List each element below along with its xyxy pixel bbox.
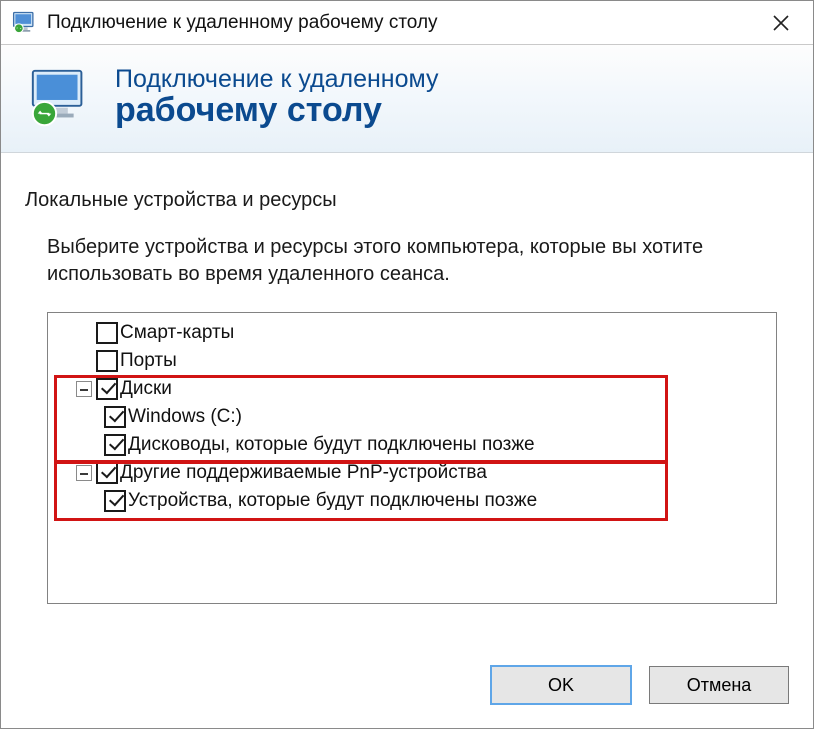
button-row: OK Отмена bbox=[491, 666, 789, 704]
cancel-button[interactable]: Отмена bbox=[649, 666, 789, 704]
cancel-button-label: Отмена bbox=[687, 675, 752, 696]
banner-text: Подключение к удаленному рабочему столу bbox=[115, 67, 439, 129]
dialog-window: Подключение к удаленному рабочему столу … bbox=[0, 0, 814, 729]
checkbox[interactable] bbox=[96, 378, 118, 400]
close-button[interactable] bbox=[753, 1, 809, 45]
rdp-icon bbox=[11, 9, 39, 37]
ok-button-label: OK bbox=[548, 675, 574, 696]
expander-placeholder bbox=[76, 325, 92, 341]
window-title: Подключение к удаленному рабочему столу bbox=[47, 12, 753, 34]
rdp-large-icon bbox=[27, 65, 95, 133]
content-area: Локальные устройства и ресурсы Выберите … bbox=[1, 153, 813, 604]
tree-label[interactable]: Дисководы, которые будут подключены позж… bbox=[128, 431, 535, 459]
tree-label[interactable]: Windows (C:) bbox=[128, 403, 242, 431]
tree-label[interactable]: Диски bbox=[120, 375, 172, 403]
tree-label[interactable]: Другие поддерживаемые PnP-устройства bbox=[120, 459, 487, 487]
tree-label[interactable]: Смарт-карты bbox=[120, 319, 234, 347]
checkbox[interactable] bbox=[104, 490, 126, 512]
tree-row: Другие поддерживаемые PnP-устройства bbox=[48, 459, 776, 487]
section-title: Локальные устройства и ресурсы bbox=[25, 189, 789, 212]
expander-placeholder bbox=[76, 353, 92, 369]
expand-minus-icon[interactable] bbox=[76, 381, 92, 397]
checkbox[interactable] bbox=[96, 462, 118, 484]
tree-row: Порты bbox=[48, 347, 776, 375]
close-icon bbox=[772, 14, 790, 32]
ok-button[interactable]: OK bbox=[491, 666, 631, 704]
banner-line1: Подключение к удаленному bbox=[115, 67, 439, 92]
tree-label[interactable]: Порты bbox=[120, 347, 177, 375]
checkbox[interactable] bbox=[96, 350, 118, 372]
tree-label[interactable]: Устройства, которые будут подключены поз… bbox=[128, 487, 537, 515]
tree-row: Диски bbox=[48, 375, 776, 403]
device-tree: Смарт-картыПортыДискиWindows (C:)Дисково… bbox=[47, 312, 777, 604]
instruction-text: Выберите устройства и ресурсы этого комп… bbox=[47, 234, 747, 288]
expand-minus-icon[interactable] bbox=[76, 465, 92, 481]
tree-row: Смарт-карты bbox=[48, 319, 776, 347]
checkbox[interactable] bbox=[96, 322, 118, 344]
tree-row: Дисководы, которые будут подключены позж… bbox=[48, 431, 776, 459]
tree-row: Устройства, которые будут подключены поз… bbox=[48, 487, 776, 515]
banner: Подключение к удаленному рабочему столу bbox=[1, 45, 813, 153]
titlebar: Подключение к удаленному рабочему столу bbox=[1, 1, 813, 45]
checkbox[interactable] bbox=[104, 406, 126, 428]
checkbox[interactable] bbox=[104, 434, 126, 456]
tree-row: Windows (C:) bbox=[48, 403, 776, 431]
banner-line2: рабочему столу bbox=[115, 92, 439, 129]
